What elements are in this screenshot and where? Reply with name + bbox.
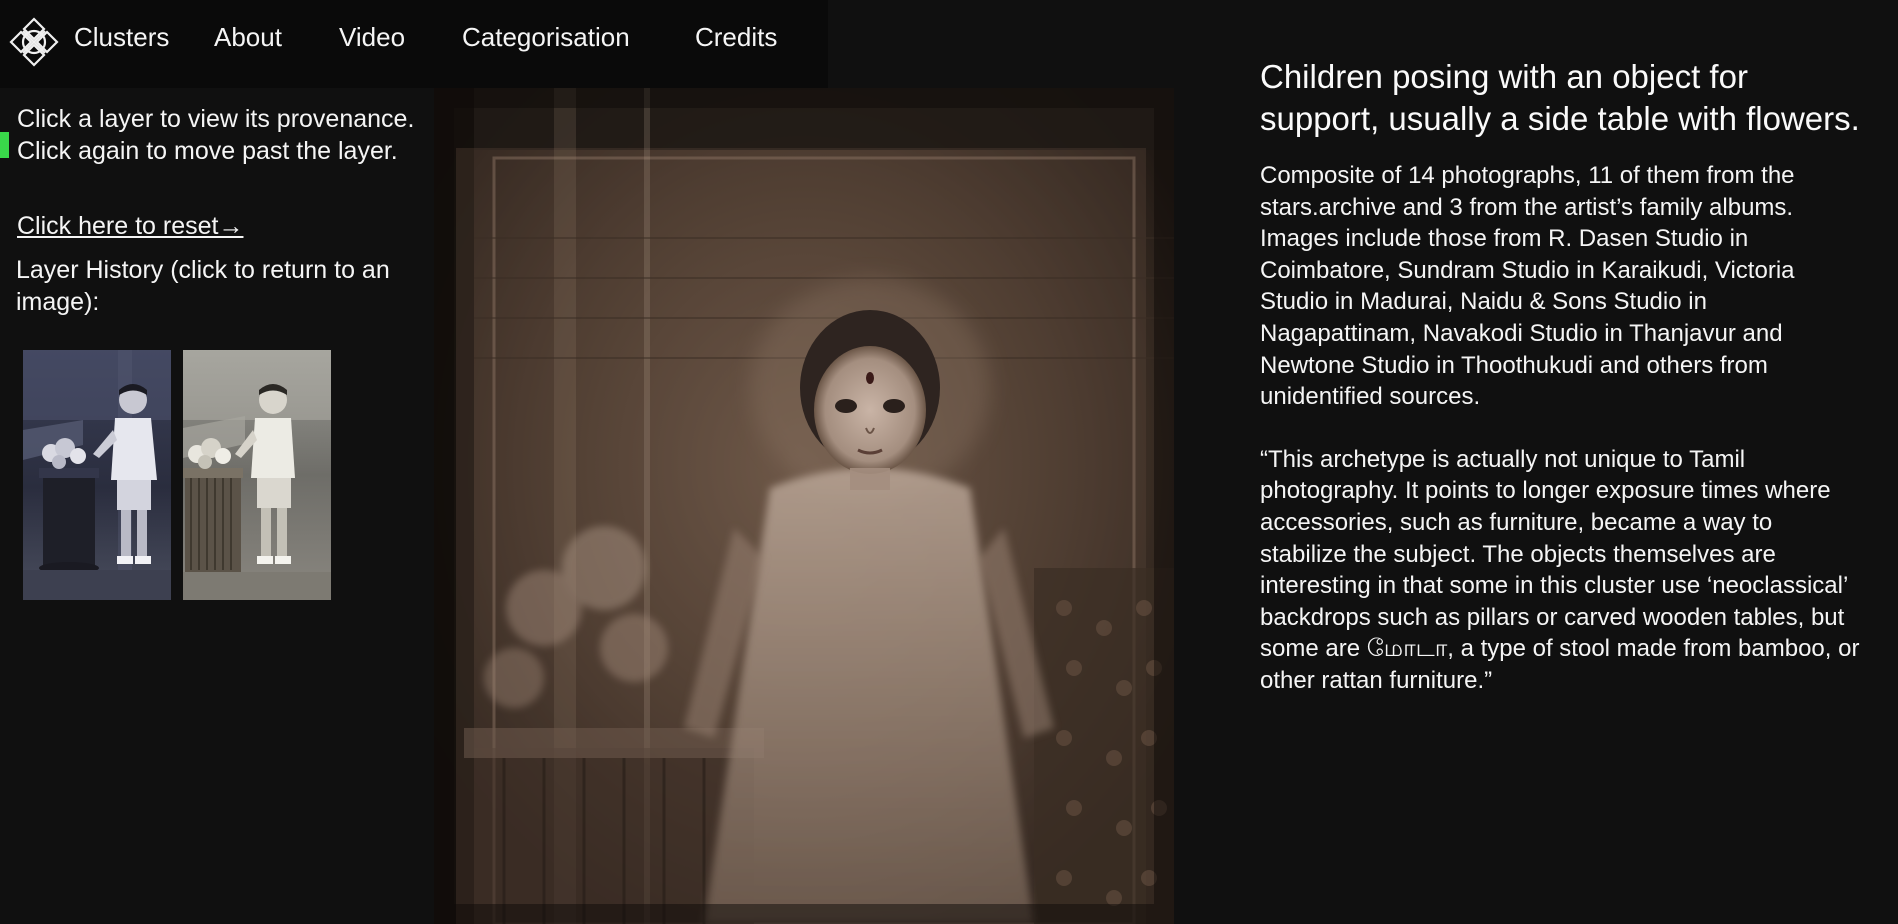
- layer-history-label: Layer History (click to return to an ima…: [16, 256, 390, 316]
- active-indicator: [0, 132, 9, 158]
- composite-photograph[interactable]: [434, 88, 1174, 924]
- layer-history-thumbnail-2[interactable]: [183, 350, 331, 600]
- nav-video[interactable]: Video: [339, 22, 405, 53]
- left-panel: Click a layer to view its provenance. Cl…: [0, 88, 436, 924]
- page: Clusters About Video Categorisation Cred…: [0, 0, 1898, 924]
- description-panel: Children posing with an object for suppo…: [1260, 56, 1880, 697]
- nav-categorisation[interactable]: Categorisation: [462, 22, 630, 53]
- nav-clusters[interactable]: Clusters: [74, 22, 169, 53]
- reset-link[interactable]: Click here to reset→: [17, 212, 243, 241]
- instructions-text: Click a layer to view its provenance. Cl…: [17, 105, 415, 165]
- nav-credits[interactable]: Credits: [695, 22, 777, 53]
- cluster-quote: “This archetype is actually not unique t…: [1260, 445, 1860, 694]
- cluster-description: Composite of 14 photographs, 11 of them …: [1260, 162, 1795, 411]
- nav-about[interactable]: About: [214, 22, 282, 53]
- layer-history-thumbnail-1[interactable]: [23, 350, 171, 600]
- cluster-title: Children posing with an object for suppo…: [1260, 58, 1860, 137]
- top-nav: Clusters About Video Categorisation Cred…: [0, 0, 828, 88]
- lattice-knot-logo-icon[interactable]: [8, 16, 60, 68]
